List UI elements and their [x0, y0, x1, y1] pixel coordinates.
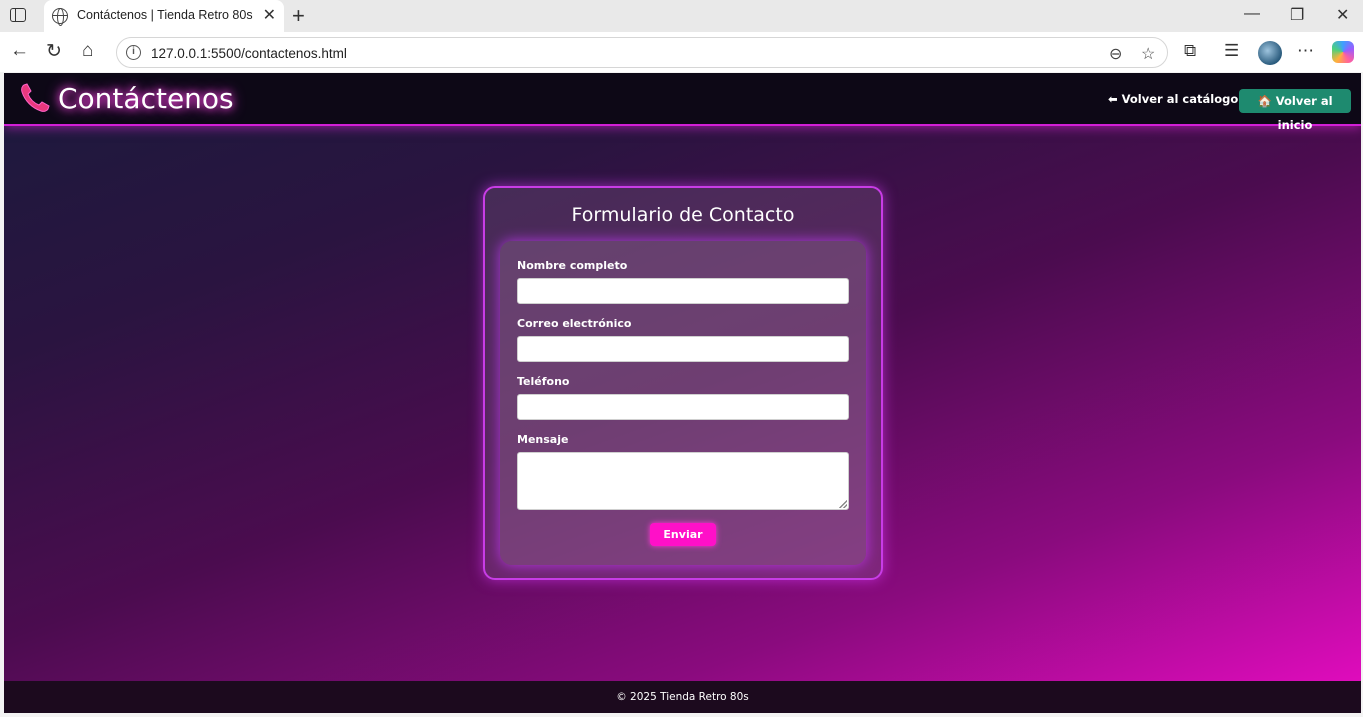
back-to-home-button[interactable]: 🏠 Volver al inicio — [1239, 89, 1351, 132]
footer-text: © 2025 Tienda Retro 80s — [616, 691, 749, 703]
site-info-icon[interactable]: i — [126, 45, 141, 60]
name-input[interactable] — [517, 278, 849, 304]
browser-tab[interactable]: Contáctenos | Tienda Retro 80s ✕ — [44, 0, 284, 32]
email-input[interactable] — [517, 336, 849, 362]
resize-handle-icon[interactable] — [839, 500, 847, 508]
contact-card: Formulario de Contacto Nombre completo C… — [483, 186, 883, 580]
home-icon[interactable]: ⌂ — [82, 40, 93, 62]
back-icon[interactable]: ← — [10, 40, 29, 62]
submit-button[interactable]: Enviar — [650, 523, 716, 546]
page-title: Contáctenos — [58, 82, 234, 115]
message-label: Mensaje — [517, 433, 569, 446]
sidebar-toggle-icon[interactable] — [10, 8, 26, 22]
copilot-icon[interactable] — [1332, 41, 1354, 63]
phone-icon — [21, 83, 50, 112]
zoom-icon[interactable]: ⊖ — [1109, 44, 1122, 64]
new-tab-button[interactable]: + — [292, 3, 305, 29]
browser-toolbar: ← ↻ ⌂ i 127.0.0.1:5500/contactenos.html … — [0, 32, 1363, 72]
extensions-icon[interactable]: ⧉ — [1184, 41, 1196, 61]
contact-form: Nombre completo Correo electrónico Teléf… — [500, 241, 866, 565]
phone-input[interactable] — [517, 394, 849, 420]
name-label: Nombre completo — [517, 259, 628, 272]
page-viewport: Contáctenos ⬅ Volver al catálogo 🏠 Volve… — [4, 73, 1361, 713]
email-label: Correo electrónico — [517, 317, 632, 330]
close-window-icon[interactable]: ✕ — [1336, 5, 1349, 25]
message-textarea[interactable] — [517, 452, 849, 510]
tab-title: Contáctenos | Tienda Retro 80s — [77, 8, 253, 22]
browser-titlebar: Contáctenos | Tienda Retro 80s ✕ + — ❐ ✕ — [0, 0, 1363, 32]
site-footer: © 2025 Tienda Retro 80s — [4, 681, 1361, 713]
site-header: Contáctenos ⬅ Volver al catálogo 🏠 Volve… — [4, 73, 1361, 132]
form-title: Formulario de Contacto — [571, 204, 795, 226]
reload-icon[interactable]: ↻ — [46, 40, 62, 63]
globe-icon — [52, 8, 68, 26]
restore-icon[interactable]: ❐ — [1290, 5, 1304, 25]
close-tab-icon[interactable]: ✕ — [263, 5, 276, 25]
back-to-catalog-link[interactable]: ⬅ Volver al catálogo — [1108, 92, 1238, 106]
profile-avatar[interactable] — [1258, 41, 1282, 65]
favorite-star-icon[interactable]: ☆ — [1141, 44, 1155, 64]
address-bar[interactable]: i 127.0.0.1:5500/contactenos.html ⊖ ☆ — [116, 37, 1168, 68]
more-menu-icon[interactable]: ⋯ — [1297, 41, 1314, 61]
url-text[interactable]: 127.0.0.1:5500/contactenos.html — [151, 46, 347, 61]
phone-label: Teléfono — [517, 375, 570, 388]
favorites-icon[interactable]: ☰ — [1224, 41, 1239, 61]
minimize-icon[interactable]: — — [1244, 5, 1260, 23]
